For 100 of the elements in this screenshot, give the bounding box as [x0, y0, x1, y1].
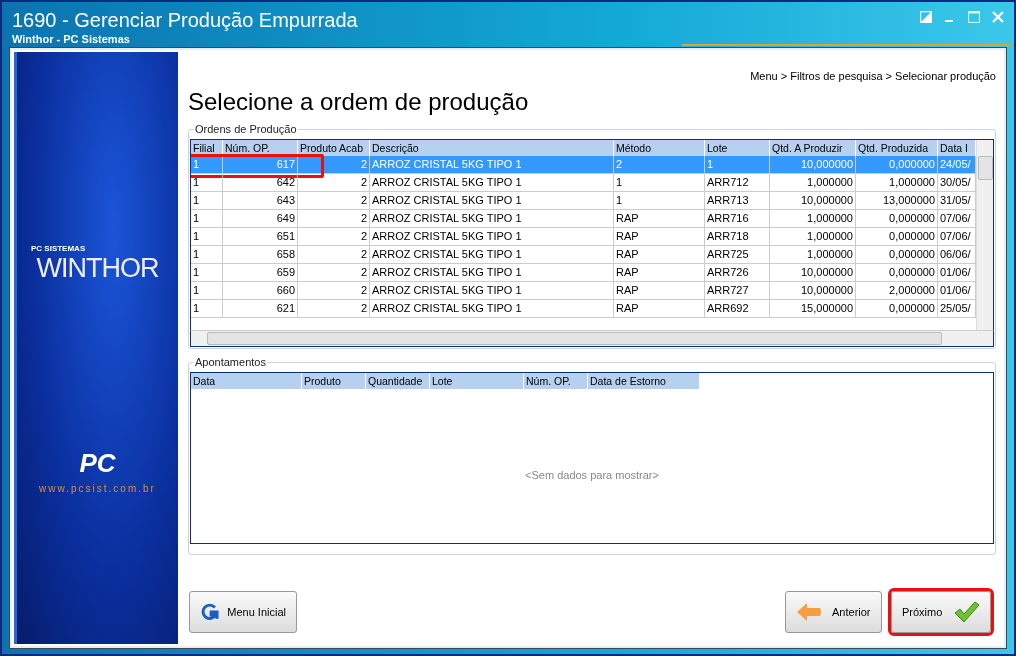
vertical-scrollbar[interactable] [976, 140, 993, 330]
table-row[interactable]: 1 651 2 ARROZ CRISTAL 5KG TIPO 1 RAP ARR718 1,000000 0,000000 07/06/ [191, 228, 976, 246]
arrow-left-icon [796, 602, 822, 622]
table-cell: 0,000000 [856, 300, 938, 318]
table-cell: ARROZ CRISTAL 5KG TIPO 1 [370, 156, 614, 174]
table-cell: 1,000000 [770, 174, 856, 192]
table-cell: 2 [298, 246, 370, 264]
column-header[interactable]: Data de Estorno [588, 373, 700, 389]
table-row[interactable]: 1 660 2 ARROZ CRISTAL 5KG TIPO 1 RAP ARR727 10,000000 2,000000 01/06/ [191, 282, 976, 300]
table-cell: ARR713 [705, 192, 770, 210]
table-cell: 2 [298, 264, 370, 282]
brand-caption: PC SISTEMAS [31, 244, 86, 253]
table-cell: ARROZ CRISTAL 5KG TIPO 1 [370, 192, 614, 210]
table-cell: 2 [298, 300, 370, 318]
table-cell: 1 [191, 156, 223, 174]
table-cell: 2 [298, 174, 370, 192]
table-cell: 1,000000 [770, 210, 856, 228]
table-cell: 2 [298, 210, 370, 228]
table-cell: 1 [191, 300, 223, 318]
table-cell: 1 [191, 228, 223, 246]
table-cell: 659 [223, 264, 298, 282]
website-url: www.pcsist.com.br [39, 483, 156, 494]
table-cell: 2 [614, 156, 705, 174]
table-cell: ARR725 [705, 246, 770, 264]
maximize-icon[interactable] [968, 11, 980, 23]
table-cell: 2 [298, 282, 370, 300]
close-icon[interactable] [992, 11, 1004, 23]
column-header[interactable]: Lote [430, 373, 524, 389]
brand-logo: WINTHOR [36, 253, 159, 284]
table-row[interactable]: 1 659 2 ARROZ CRISTAL 5KG TIPO 1 RAP ARR726 10,000000 0,000000 01/06/ [191, 264, 976, 282]
table-cell: 658 [223, 246, 298, 264]
column-header[interactable]: Data [191, 373, 302, 389]
empty-message: <Sem dados para mostrar> [525, 469, 659, 481]
window-subtitle: Winthor - PC Sistemas [12, 33, 131, 45]
column-header[interactable]: Produto [302, 373, 366, 389]
table-cell: 1,000000 [770, 228, 856, 246]
back-button[interactable]: Anterior [785, 591, 882, 633]
table-row[interactable]: 1 643 2 ARROZ CRISTAL 5KG TIPO 1 1 ARR713 10,000000 13,000000 31/05/ [191, 192, 976, 210]
table-cell: 15,000000 [770, 300, 856, 318]
table-row[interactable]: 1 658 2 ARROZ CRISTAL 5KG TIPO 1 RAP ARR725 1,000000 0,000000 06/06/ [191, 246, 976, 264]
table-cell: 1 [191, 192, 223, 210]
table-cell: 10,000000 [770, 156, 856, 174]
table-cell: 1 [705, 156, 770, 174]
table-cell: ARROZ CRISTAL 5KG TIPO 1 [370, 264, 614, 282]
table-cell: 2,000000 [856, 282, 938, 300]
table-cell: 1 [191, 210, 223, 228]
table-cell: 0,000000 [856, 156, 938, 174]
table-cell: ARR726 [705, 264, 770, 282]
page-heading: Selecione a ordem de produção [188, 88, 530, 116]
column-header[interactable]: Núm. OP. [223, 140, 298, 156]
table-cell: 0,000000 [856, 210, 938, 228]
table-cell: 643 [223, 192, 298, 210]
table-cell: RAP [614, 210, 705, 228]
table-cell: 1 [191, 282, 223, 300]
group-label: Apontamentos [194, 356, 267, 368]
table-cell: ARROZ CRISTAL 5KG TIPO 1 [370, 228, 614, 246]
table-cell: 617 [223, 156, 298, 174]
table-cell: 10,000000 [770, 282, 856, 300]
table-cell: RAP [614, 300, 705, 318]
table-cell: ARR712 [705, 174, 770, 192]
table-cell: ARR718 [705, 228, 770, 246]
table-cell: 660 [223, 282, 298, 300]
table-cell: ARROZ CRISTAL 5KG TIPO 1 [370, 174, 614, 192]
window-title: 1690 - Gerenciar Produção Empurrada [12, 9, 358, 32]
table-cell: ARR692 [705, 300, 770, 318]
table-cell: 1 [614, 174, 705, 192]
table-cell: 0,000000 [856, 246, 938, 264]
table-cell: 2 [298, 228, 370, 246]
table-cell: 10,000000 [770, 192, 856, 210]
table-row[interactable]: 1 642 2 ARROZ CRISTAL 5KG TIPO 1 1 ARR712 1,000000 1,000000 30/05/ [191, 174, 976, 192]
table-cell: 10,000000 [770, 264, 856, 282]
table-cell: 1,000000 [770, 246, 856, 264]
table-cell: 0,000000 [856, 228, 938, 246]
table-cell: RAP [614, 264, 705, 282]
group-label: Ordens de Produção [194, 123, 298, 135]
table-cell: ARR716 [705, 210, 770, 228]
column-header[interactable]: Núm. OP. [524, 373, 588, 389]
restore-icon[interactable] [920, 11, 932, 23]
column-header[interactable]: Quantidade [366, 373, 430, 389]
next-button[interactable]: Próximo [891, 591, 991, 633]
table-cell: RAP [614, 246, 705, 264]
table-cell: ARROZ CRISTAL 5KG TIPO 1 [370, 300, 614, 318]
table-cell: RAP [614, 282, 705, 300]
table-cell: 2 [298, 192, 370, 210]
table-cell: 621 [223, 300, 298, 318]
table-cell: 1 [614, 192, 705, 210]
table-cell: 1 [191, 174, 223, 192]
table-cell: RAP [614, 228, 705, 246]
column-header[interactable]: Filial [191, 140, 223, 156]
table-cell: 651 [223, 228, 298, 246]
breadcrumb: Menu > Filtros de pesquisa > Selecionar produção [750, 70, 996, 82]
table-cell: ARR727 [705, 282, 770, 300]
table-cell: 0,000000 [856, 264, 938, 282]
table-row[interactable]: 1 621 2 ARROZ CRISTAL 5KG TIPO 1 RAP ARR692 15,000000 0,000000 25/05/ [191, 300, 976, 318]
table-cell: 642 [223, 174, 298, 192]
home-button[interactable]: Menu Inicial [189, 591, 297, 633]
table-cell: ARROZ CRISTAL 5KG TIPO 1 [370, 282, 614, 300]
horizontal-scrollbar[interactable] [190, 330, 994, 347]
table-row[interactable]: 1 649 2 ARROZ CRISTAL 5KG TIPO 1 RAP ARR716 1,000000 0,000000 07/06/ [191, 210, 976, 228]
table-cell: 13,000000 [856, 192, 938, 210]
